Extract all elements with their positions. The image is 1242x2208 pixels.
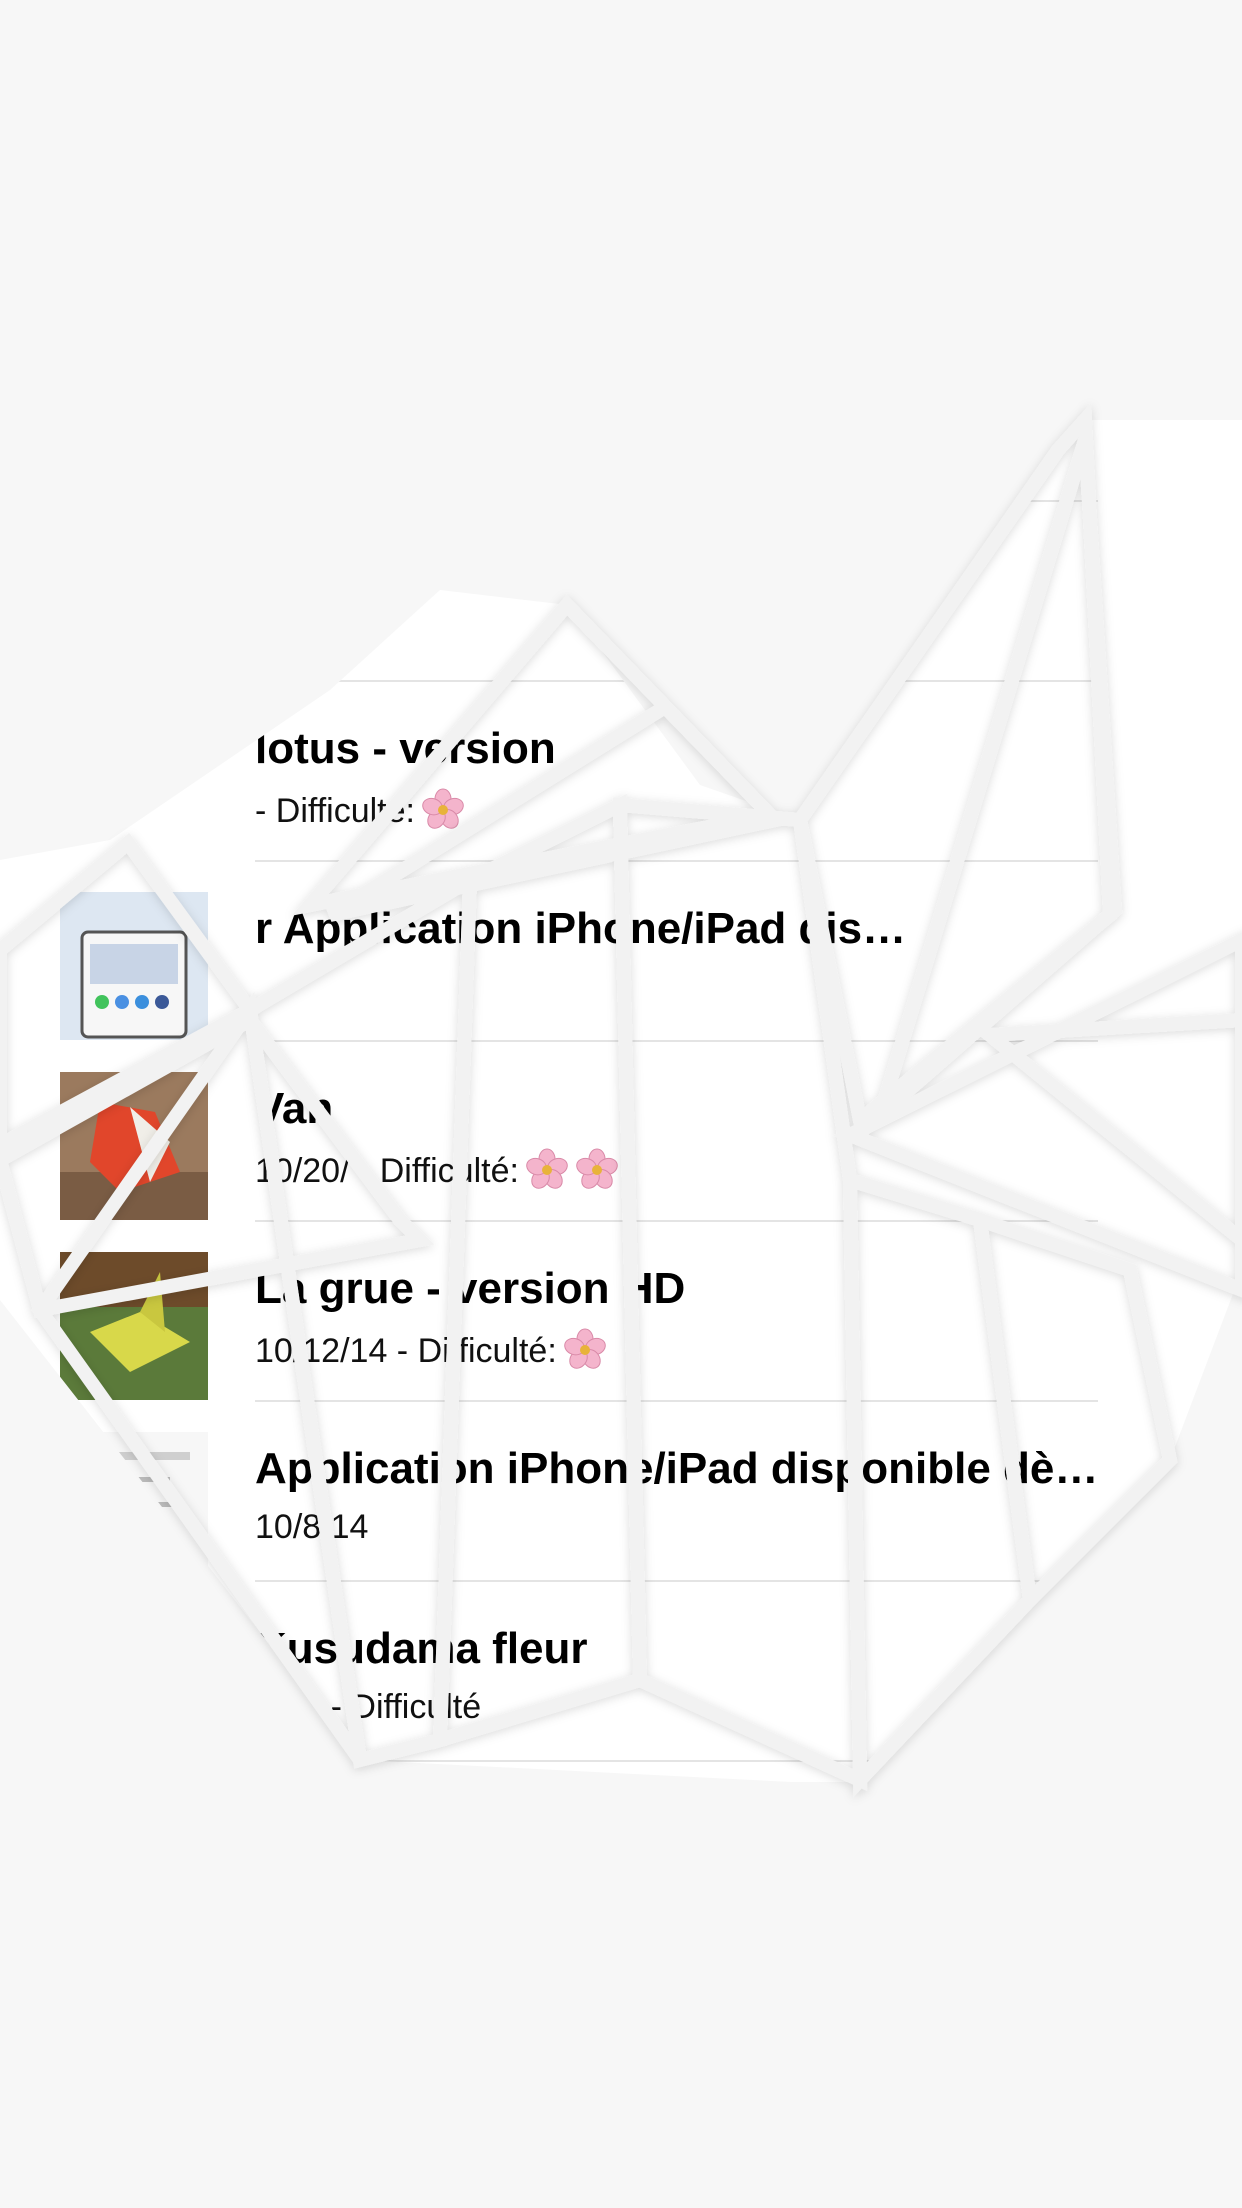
list-item[interactable]: lotus - version - Difficulté:: [0, 682, 1242, 862]
item-title: La grue - version HD: [255, 1264, 686, 1313]
list-item[interactable]: Application iPhone/iPad disponible dè… 10…: [0, 1402, 1242, 1582]
list-item[interactable]: [0, 322, 1242, 502]
item-title: Kusudama fleur: [255, 1624, 588, 1673]
thumbnail-image: [60, 1252, 208, 1400]
item-subtitle: 10/20/ - Difficulté:: [255, 1148, 619, 1192]
list-item[interactable]: La grue - version HD 10/12/14 - Difficult…: [0, 1222, 1242, 1402]
cherry-blossom-icon: [563, 1328, 607, 1372]
item-subtitle: 10/8/14: [255, 1508, 368, 1547]
tutorial-list: lotus - version - Difficulté: r Applicatio…: [0, 322, 1242, 1782]
row-separator: [255, 1760, 1098, 1762]
item-title: Van: [255, 1084, 334, 1133]
item-date-difficulty: 9/14 - Difficulté: [255, 1688, 482, 1726]
cherry-blossom-icon: [421, 788, 465, 832]
item-date-difficulty: - Difficulté:: [255, 792, 415, 830]
item-date-difficulty: 10/20/ - Difficulté:: [255, 1152, 519, 1190]
list-item[interactable]: Van 10/20/ - Difficulté:: [0, 1042, 1242, 1222]
item-date-difficulty: 10/8/14: [255, 1508, 369, 1546]
item-title: lotus - version: [255, 724, 556, 773]
item-subtitle: - Difficulté:: [255, 788, 465, 832]
list-item[interactable]: [0, 502, 1242, 682]
cherry-blossom-icon: [525, 1148, 569, 1192]
cherry-blossom-icon: [575, 1148, 619, 1192]
item-title: Application iPhone/iPad disponible dè…: [255, 1444, 1099, 1493]
thumbnail-image: [60, 1432, 208, 1580]
item-date-difficulty: 10/12/14 - Difficulté:: [255, 1332, 557, 1370]
list-item[interactable]: Kusudama fleur 9/14 - Difficulté: [0, 1582, 1242, 1762]
thumbnail-image: [60, 892, 208, 1040]
item-title: r Application iPhone/iPad dis…: [255, 904, 907, 953]
list-item[interactable]: r Application iPhone/iPad dis…: [0, 862, 1242, 1042]
item-subtitle: 10/12/14 - Difficulté:: [255, 1328, 607, 1372]
thumbnail-image: [60, 1072, 208, 1220]
item-subtitle: 9/14 - Difficulté: [255, 1688, 481, 1727]
origami-transition-screen: lotus - version - Difficulté: r Applicatio…: [0, 0, 1242, 2208]
